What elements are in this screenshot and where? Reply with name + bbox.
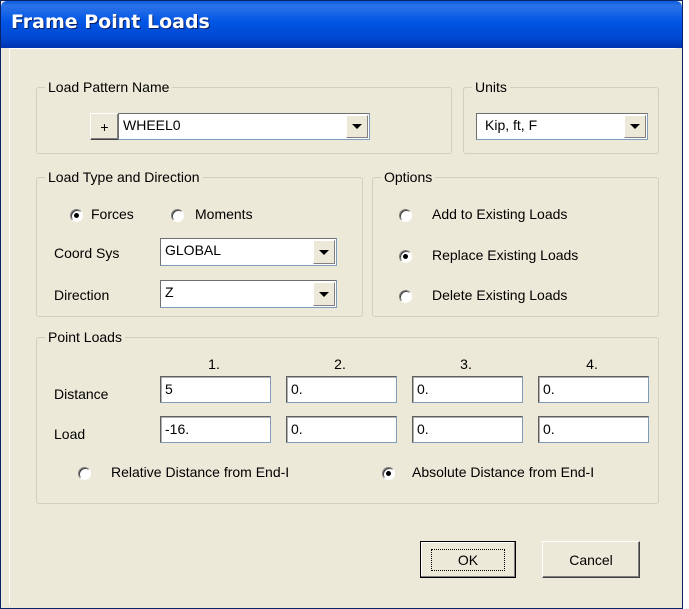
moments-radio[interactable] bbox=[171, 209, 184, 222]
chevron-down-icon[interactable] bbox=[313, 240, 335, 264]
chevron-down-icon[interactable] bbox=[313, 282, 335, 306]
add-to-existing-label[interactable]: Add to Existing Loads bbox=[432, 206, 567, 222]
distance-field-4[interactable]: 0. bbox=[538, 376, 649, 403]
ok-button[interactable]: OK bbox=[420, 541, 516, 578]
replace-existing-radio[interactable] bbox=[399, 250, 412, 263]
units-value: Kip, ft, F bbox=[485, 117, 538, 133]
add-button-label: + bbox=[100, 118, 109, 135]
units-select[interactable]: Kip, ft, F bbox=[476, 113, 648, 140]
delete-existing-radio[interactable] bbox=[399, 290, 412, 303]
relative-distance-radio[interactable] bbox=[78, 467, 91, 480]
load-pattern-value: WHEEL0 bbox=[123, 117, 181, 133]
coord-sys-label: Coord Sys bbox=[54, 245, 120, 261]
cancel-button-label: Cancel bbox=[569, 551, 613, 568]
absolute-distance-radio[interactable] bbox=[382, 467, 395, 480]
load-type-legend: Load Type and Direction bbox=[48, 169, 200, 185]
chevron-down-icon[interactable] bbox=[624, 115, 646, 138]
frame-point-loads-dialog: Frame Point Loads Load Pattern Name + WH… bbox=[0, 0, 683, 609]
load-field-3[interactable]: 0. bbox=[412, 416, 523, 443]
delete-existing-label[interactable]: Delete Existing Loads bbox=[432, 287, 567, 303]
add-load-pattern-button[interactable]: + bbox=[90, 113, 118, 140]
replace-existing-label[interactable]: Replace Existing Loads bbox=[432, 247, 578, 263]
options-legend: Options bbox=[384, 169, 433, 185]
column-header: 1. bbox=[208, 356, 220, 372]
load-pattern-select[interactable]: WHEEL0 bbox=[118, 113, 370, 140]
direction-label: Direction bbox=[54, 287, 110, 303]
title-bar[interactable]: Frame Point Loads bbox=[1, 1, 682, 48]
direction-select[interactable]: Z bbox=[160, 280, 337, 308]
load-field-1[interactable]: -16. bbox=[160, 416, 271, 443]
coord-sys-value: GLOBAL bbox=[165, 242, 222, 258]
coord-sys-select[interactable]: GLOBAL bbox=[160, 238, 337, 266]
distance-label: Distance bbox=[54, 386, 109, 402]
distance-field-3[interactable]: 0. bbox=[412, 376, 523, 403]
load-field-4[interactable]: 0. bbox=[538, 416, 649, 443]
distance-field-1[interactable]: 5 bbox=[160, 376, 271, 403]
column-header: 2. bbox=[334, 356, 346, 372]
load-value: 0. bbox=[543, 421, 555, 437]
load-value: 0. bbox=[291, 421, 303, 437]
distance-value: 0. bbox=[291, 381, 303, 397]
dialog-body: Load Pattern Name + WHEEL0 Units Kip, ft… bbox=[9, 48, 676, 604]
column-header: 3. bbox=[460, 356, 472, 372]
distance-value: 0. bbox=[417, 381, 429, 397]
forces-label[interactable]: Forces bbox=[91, 206, 134, 222]
chevron-down-icon[interactable] bbox=[346, 115, 368, 138]
load-value: -16. bbox=[165, 421, 190, 437]
cancel-button[interactable]: Cancel bbox=[542, 541, 640, 578]
distance-value: 5 bbox=[165, 381, 173, 397]
distance-field-2[interactable]: 0. bbox=[286, 376, 397, 403]
units-legend: Units bbox=[475, 79, 507, 95]
load-value: 0. bbox=[417, 421, 429, 437]
direction-value: Z bbox=[165, 284, 174, 300]
load-pattern-legend: Load Pattern Name bbox=[48, 79, 170, 95]
absolute-distance-label[interactable]: Absolute Distance from End-I bbox=[412, 464, 594, 480]
forces-radio[interactable] bbox=[70, 209, 83, 222]
load-label: Load bbox=[54, 426, 86, 442]
column-header: 4. bbox=[586, 356, 598, 372]
add-to-existing-radio[interactable] bbox=[399, 209, 412, 222]
window-title: Frame Point Loads bbox=[11, 11, 210, 33]
load-field-2[interactable]: 0. bbox=[286, 416, 397, 443]
moments-label[interactable]: Moments bbox=[195, 206, 253, 222]
point-loads-legend: Point Loads bbox=[48, 329, 122, 345]
ok-button-label: OK bbox=[430, 548, 506, 571]
distance-value: 0. bbox=[543, 381, 555, 397]
relative-distance-label[interactable]: Relative Distance from End-I bbox=[111, 464, 289, 480]
